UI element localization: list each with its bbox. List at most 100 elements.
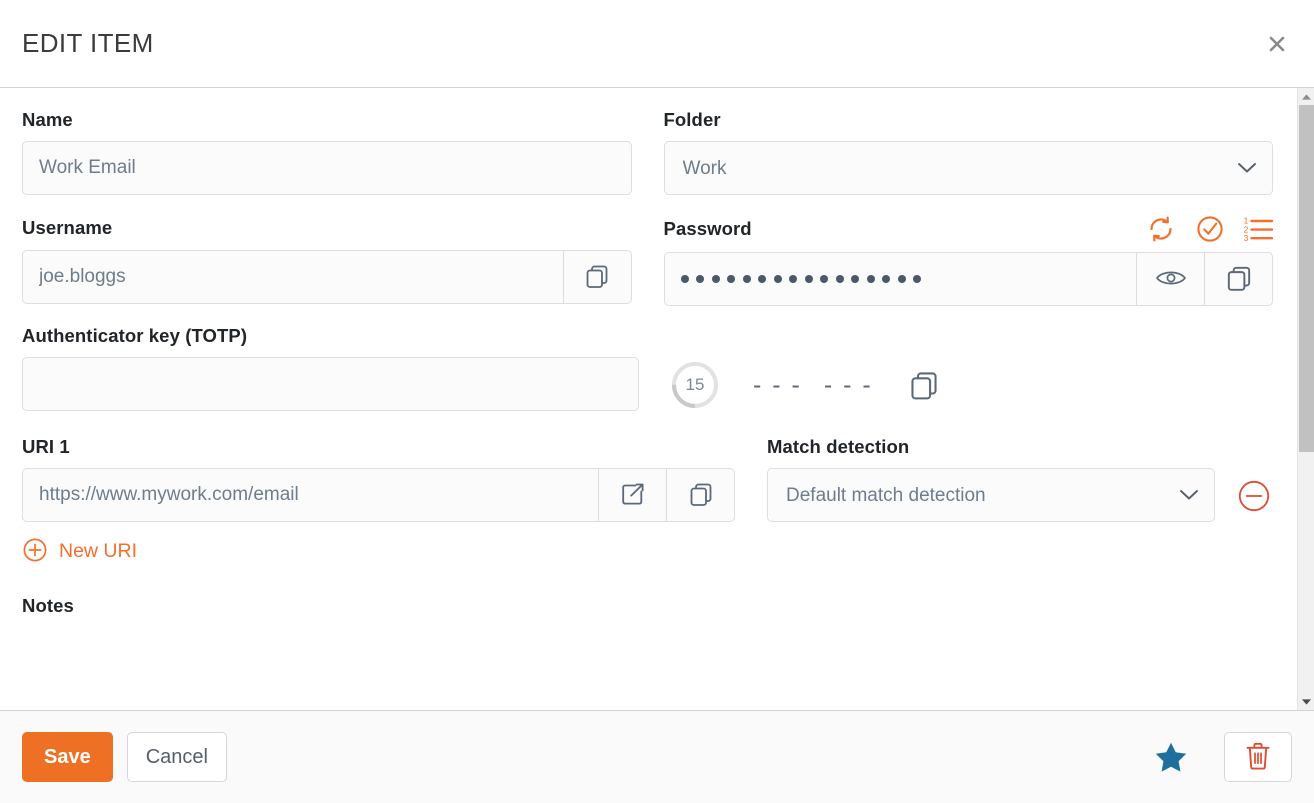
notes-label: Notes (22, 595, 74, 616)
username-label: Username (22, 217, 113, 238)
field-uri: URI 1 https://www.mywork.com/email New U… (22, 435, 735, 627)
match-detection-row: Default match detection (767, 468, 1273, 522)
totp-label: Authenticator key (TOTP) (22, 325, 248, 346)
field-name: Name (22, 108, 632, 195)
password-history-button[interactable]: 1 2 3 (1243, 214, 1274, 244)
row-name-folder: Name Folder Work (22, 108, 1273, 195)
new-uri-label: New URI (59, 540, 138, 562)
copy-totp-button[interactable] (907, 368, 941, 402)
refresh-icon (1145, 213, 1177, 245)
totp-countdown-value: 15 (685, 375, 705, 394)
totp-input[interactable] (23, 358, 638, 410)
password-dot (913, 275, 921, 283)
username-input[interactable] (23, 251, 563, 303)
close-icon (1266, 33, 1288, 55)
edit-item-dialog: EDIT ITEM Name Folder (0, 0, 1314, 803)
password-dot (680, 275, 689, 283)
password-dot (789, 275, 797, 283)
toggle-password-visibility-button[interactable] (1136, 253, 1204, 305)
totp-display: 15 - - - - - - (671, 357, 1273, 411)
password-dot (773, 275, 782, 283)
scrollbar-track[interactable] (1298, 105, 1314, 693)
password-dot (758, 275, 766, 283)
username-input-group (22, 250, 632, 304)
match-detection-select[interactable]: Default match detection (767, 468, 1215, 522)
field-totp: Authenticator key (TOTP) (22, 324, 639, 411)
folder-select[interactable]: Work (663, 141, 1273, 195)
row-uri-match: URI 1 https://www.mywork.com/email New U… (22, 435, 1273, 627)
check-circle-icon (1194, 213, 1226, 245)
launch-uri-button[interactable] (598, 469, 666, 521)
svg-text:3: 3 (1244, 233, 1249, 243)
password-dot (742, 275, 751, 283)
name-input[interactable] (23, 142, 631, 194)
password-dot (711, 275, 720, 283)
dialog-body-wrap: Name Folder Work (0, 88, 1314, 710)
copy-password-button[interactable] (1204, 253, 1272, 305)
uri-input-group (22, 468, 735, 522)
triangle-down-icon (1301, 694, 1312, 709)
field-match-detection: Match detection Default match detection (767, 435, 1273, 627)
copy-icon (907, 368, 941, 402)
row-username-password: Username joe.bloggs Password 1 2 3 (22, 213, 1274, 306)
delete-button[interactable] (1224, 732, 1292, 782)
password-dot (835, 275, 844, 283)
scroll-down-button[interactable] (1297, 693, 1314, 710)
field-username: Username (22, 213, 632, 306)
totp-display-col: 15 - - - - - - (671, 324, 1273, 411)
check-password-button[interactable] (1194, 213, 1226, 245)
password-label-row: Password 1 2 3 (664, 213, 1274, 245)
save-button[interactable]: Save (22, 732, 113, 782)
password-dot (820, 275, 828, 283)
remove-uri-button[interactable] (1235, 477, 1273, 515)
eye-icon (1154, 265, 1188, 294)
dialog-footer: Save Cancel (0, 710, 1314, 803)
folder-label: Folder (663, 109, 721, 130)
password-dot (897, 275, 906, 283)
password-dot (851, 275, 859, 283)
copy-uri-button[interactable] (666, 469, 734, 521)
match-detection-label: Match detection (767, 436, 910, 457)
generate-password-button[interactable] (1145, 213, 1177, 245)
uri-label: URI 1 (22, 436, 70, 457)
totp-code-part-2: - - - (823, 370, 873, 399)
match-detection-select-wrap: Default match detection (767, 468, 1215, 522)
name-label: Name (22, 109, 73, 130)
folder-select-wrap: Work (663, 141, 1273, 195)
cancel-button[interactable]: Cancel (126, 732, 227, 782)
name-input-group (22, 141, 632, 195)
uri-input[interactable] (23, 469, 598, 521)
password-dot (804, 275, 813, 283)
copy-username-button[interactable] (562, 251, 631, 303)
trash-icon (1244, 741, 1272, 774)
favorite-button[interactable] (1154, 741, 1188, 774)
scrollbar-thumb[interactable] (1298, 105, 1314, 452)
triangle-up-icon (1301, 89, 1312, 104)
copy-icon (687, 480, 715, 511)
dialog-body: Name Folder Work (0, 88, 1297, 710)
plus-circle-icon (22, 537, 48, 566)
field-password: Password 1 2 3 (663, 213, 1274, 306)
scroll-up-button[interactable] (1297, 88, 1314, 105)
footer-right-actions (1154, 732, 1292, 782)
password-dot (882, 275, 890, 283)
totp-code: - - - - - - (753, 371, 873, 400)
row-totp: Authenticator key (TOTP) 15 - - - - - - (22, 324, 1273, 411)
password-label: Password (663, 218, 752, 239)
field-folder: Folder Work (663, 108, 1273, 195)
password-dot (727, 275, 735, 283)
password-dot (696, 275, 704, 283)
dialog-header: EDIT ITEM (0, 0, 1314, 88)
totp-input-group (22, 357, 639, 411)
minus-circle-icon (1235, 480, 1273, 518)
password-actions: 1 2 3 (1145, 213, 1274, 245)
vertical-scrollbar[interactable] (1297, 88, 1314, 710)
new-uri-button[interactable]: New URI (22, 537, 137, 566)
totp-code-part-1: - - - (753, 370, 802, 399)
password-input[interactable] (665, 253, 1137, 305)
copy-icon (583, 262, 611, 293)
password-input-group (663, 252, 1273, 306)
star-icon (1154, 742, 1188, 777)
close-button[interactable] (1264, 31, 1290, 57)
totp-countdown-ring: 15 (671, 361, 719, 409)
